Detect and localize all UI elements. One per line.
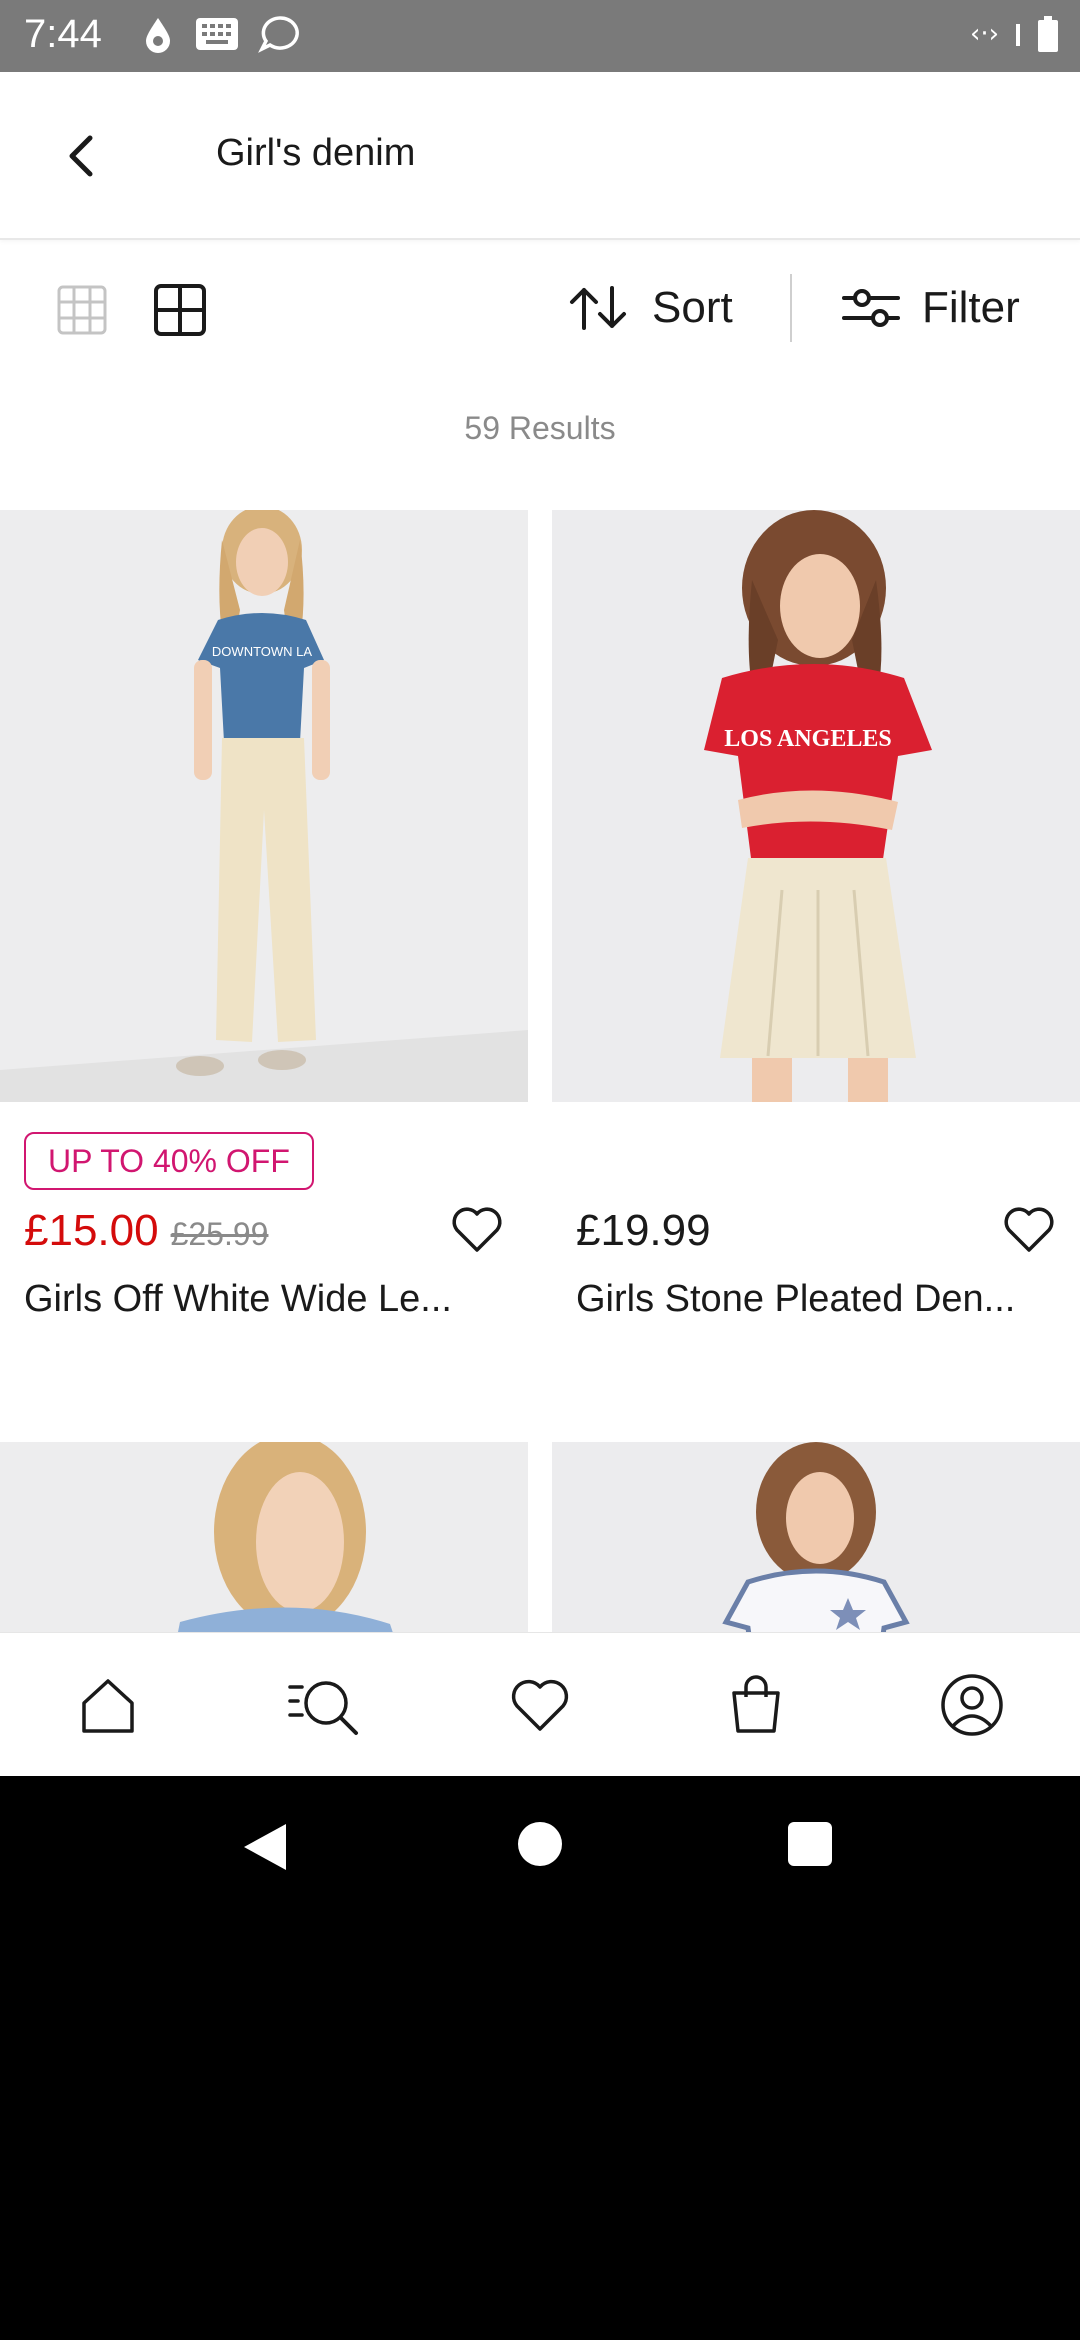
product-image[interactable] (0, 1442, 528, 1642)
nav-account[interactable] (932, 1665, 1012, 1745)
product-photo-illustration (552, 1442, 1080, 1642)
product-card[interactable] (552, 1442, 1080, 1642)
price-row: £19.99 (576, 1206, 711, 1256)
status-icons-left (140, 14, 302, 54)
price-row: £15.00 £25.99 (24, 1206, 268, 1256)
search-icon (288, 1680, 358, 1735)
status-bar: 7:44 ‹·› (0, 0, 1080, 72)
page-title: Girl's denim (216, 132, 416, 174)
chevron-left-icon (69, 135, 93, 177)
status-time: 7:44 (24, 12, 102, 56)
header: Girl's denim (0, 72, 1080, 240)
heart-icon (511, 1679, 569, 1731)
heart-icon (1004, 1207, 1054, 1252)
grid-2x2-icon (154, 284, 206, 336)
svg-text:LOS ANGELES: LOS ANGELES (724, 726, 891, 752)
grid-3x3-icon (57, 285, 107, 335)
filter-label: Filter (922, 283, 1020, 332)
nav-wishlist[interactable] (500, 1665, 580, 1745)
toolbar: Sort Filter (0, 242, 1080, 372)
wifi-calling-icon: ‹·› (970, 19, 1020, 49)
system-recents-button[interactable] (788, 1822, 832, 1866)
sale-price: £15.00 (24, 1206, 159, 1255)
system-back-icon[interactable] (240, 1822, 290, 1872)
product-photo-illustration: DOWNTOWN LA (0, 510, 528, 1102)
was-price: £25.99 (170, 1216, 269, 1252)
svg-text:‹·›: ‹·› (970, 19, 999, 49)
product-name[interactable]: Girls Stone Pleated Den... (576, 1278, 1066, 1321)
drop-icon (146, 18, 170, 53)
price: £19.99 (576, 1206, 711, 1255)
filter-sliders-icon (842, 289, 900, 327)
product-card[interactable]: DOWNTOWN LA UP TO 40% OFF £15.00 £25.99 … (0, 510, 528, 1320)
toolbar-divider (790, 274, 792, 342)
home-icon (82, 1678, 134, 1733)
nav-search[interactable] (284, 1665, 364, 1745)
nav-home[interactable] (68, 1665, 148, 1745)
heart-icon (452, 1207, 502, 1252)
sort-label: Sort (652, 283, 733, 332)
wishlist-button[interactable] (448, 1200, 506, 1258)
chat-bubble-icon (258, 16, 299, 53)
system-navigation-bar (0, 1776, 1080, 1916)
product-card[interactable]: LOS ANGELES £19.99 Girls Stone Pleated D… (552, 510, 1080, 1320)
grid-view-small-button[interactable] (56, 284, 108, 336)
back-button[interactable] (52, 126, 112, 186)
product-image[interactable]: DOWNTOWN LA (0, 510, 528, 1102)
grid-view-large-button[interactable] (152, 282, 208, 338)
app-screen: Girl's denim Sort Filter 59 Results DOWN… (0, 72, 1080, 1776)
filter-button[interactable]: Filter (842, 278, 1020, 338)
sort-arrows-icon (570, 286, 626, 330)
product-name[interactable]: Girls Off White Wide Le... (24, 1278, 514, 1321)
discount-badge: UP TO 40% OFF (24, 1132, 314, 1190)
svg-text:DOWNTOWN LA: DOWNTOWN LA (212, 644, 312, 659)
system-home-button[interactable] (518, 1822, 562, 1866)
product-photo-illustration (0, 1442, 528, 1642)
wishlist-button[interactable] (1000, 1200, 1058, 1258)
product-image[interactable]: LOS ANGELES (552, 510, 1080, 1102)
product-card[interactable] (0, 1442, 528, 1642)
account-icon (941, 1673, 1003, 1736)
bag-icon (732, 1674, 780, 1733)
bottom-navigation (0, 1632, 1080, 1776)
battery-icon (1038, 16, 1058, 52)
nav-bag[interactable] (716, 1665, 796, 1745)
results-count: 59 Results (464, 410, 616, 446)
product-photo-illustration: LOS ANGELES (552, 510, 1080, 1102)
product-image[interactable] (552, 1442, 1080, 1642)
sort-button[interactable]: Sort (566, 278, 733, 338)
keyboard-icon (196, 18, 238, 50)
status-icons-right: ‹·› (970, 14, 1060, 54)
